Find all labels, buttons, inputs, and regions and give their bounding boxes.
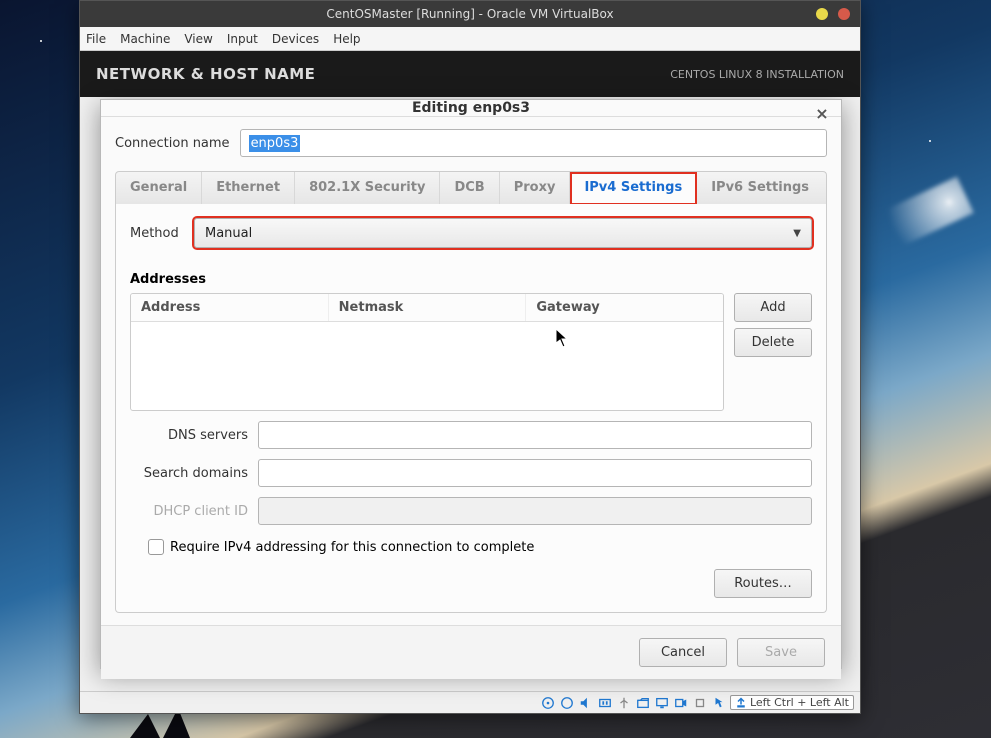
search-domains-input[interactable] bbox=[258, 459, 812, 487]
vb-statusbar: Left Ctrl + Left Alt bbox=[80, 691, 860, 713]
cancel-button[interactable]: Cancel bbox=[639, 638, 727, 667]
vb-title-text: CentOSMaster [Running] - Oracle VM Virtu… bbox=[326, 7, 613, 21]
mouse-integration-icon[interactable] bbox=[711, 695, 727, 711]
host-key-indicator[interactable]: Left Ctrl + Left Alt bbox=[730, 695, 854, 710]
add-address-button[interactable]: Add bbox=[734, 293, 812, 322]
connection-name-value: enp0s3 bbox=[249, 135, 301, 152]
comet-decoration bbox=[848, 177, 974, 264]
tab-ethernet[interactable]: Ethernet bbox=[202, 172, 295, 204]
recording-icon[interactable] bbox=[673, 695, 689, 711]
hdd-icon[interactable] bbox=[540, 695, 556, 711]
display-icon[interactable] bbox=[654, 695, 670, 711]
method-select[interactable]: Manual ▼ bbox=[194, 218, 812, 248]
dhcp-client-id-input bbox=[258, 497, 812, 525]
save-button[interactable]: Save bbox=[737, 638, 825, 667]
col-netmask[interactable]: Netmask bbox=[329, 294, 527, 321]
connection-name-input[interactable]: enp0s3 bbox=[240, 129, 827, 157]
virtualbox-window: CentOSMaster [Running] - Oracle VM Virtu… bbox=[79, 0, 861, 714]
tab-ipv6-settings[interactable]: IPv6 Settings bbox=[697, 172, 823, 204]
menu-file[interactable]: File bbox=[86, 32, 106, 46]
tab-proxy[interactable]: Proxy bbox=[500, 172, 571, 204]
host-key-text: Left Ctrl + Left Alt bbox=[750, 696, 849, 709]
cpu-icon[interactable] bbox=[692, 695, 708, 711]
require-ipv4-checkbox[interactable] bbox=[148, 539, 164, 555]
connection-name-label: Connection name bbox=[115, 136, 230, 151]
usb-icon[interactable] bbox=[616, 695, 632, 711]
nm-connection-editor-dialog: Editing enp0s3 × Connection name enp0s3 … bbox=[100, 99, 842, 669]
minimize-button[interactable] bbox=[816, 8, 828, 20]
dialog-footer: Cancel Save bbox=[101, 625, 841, 679]
dns-servers-input[interactable] bbox=[258, 421, 812, 449]
addresses-table[interactable]: Address Netmask Gateway bbox=[130, 293, 724, 411]
dialog-title-text: Editing enp0s3 bbox=[412, 100, 530, 116]
col-gateway[interactable]: Gateway bbox=[526, 294, 723, 321]
anaconda-brand: CENTOS LINUX 8 INSTALLATION bbox=[670, 68, 844, 81]
anaconda-page-title: NETWORK & HOST NAME bbox=[96, 65, 315, 83]
method-value: Manual bbox=[205, 226, 252, 241]
close-window-button[interactable] bbox=[838, 8, 850, 20]
vb-menubar: File Machine View Input Devices Help bbox=[80, 27, 860, 51]
dhcp-client-id-label: DHCP client ID bbox=[130, 504, 248, 519]
dialog-close-button[interactable]: × bbox=[813, 106, 831, 124]
tab-8021x[interactable]: 802.1X Security bbox=[295, 172, 440, 204]
search-domains-label: Search domains bbox=[130, 466, 248, 481]
shared-folders-icon[interactable] bbox=[635, 695, 651, 711]
vb-titlebar[interactable]: CentOSMaster [Running] - Oracle VM Virtu… bbox=[80, 1, 860, 27]
ipv4-tab-panel: Method Manual ▼ Addresses Address Netmas… bbox=[115, 204, 827, 613]
anaconda-header: NETWORK & HOST NAME CENTOS LINUX 8 INSTA… bbox=[80, 51, 860, 97]
tab-ipv4-settings[interactable]: IPv4 Settings bbox=[570, 172, 697, 205]
addresses-label: Addresses bbox=[130, 272, 812, 287]
tab-general[interactable]: General bbox=[116, 172, 202, 204]
guest-screen: NETWORK & HOST NAME CENTOS LINUX 8 INSTA… bbox=[80, 51, 860, 691]
dns-label: DNS servers bbox=[130, 428, 248, 443]
menu-help[interactable]: Help bbox=[333, 32, 360, 46]
tab-dcb[interactable]: DCB bbox=[440, 172, 499, 204]
network-icon[interactable] bbox=[597, 695, 613, 711]
dialog-titlebar[interactable]: Editing enp0s3 × bbox=[101, 100, 841, 117]
settings-tabs: General Ethernet 802.1X Security DCB Pro… bbox=[115, 171, 827, 204]
menu-view[interactable]: View bbox=[184, 32, 212, 46]
menu-input[interactable]: Input bbox=[227, 32, 258, 46]
audio-icon[interactable] bbox=[578, 695, 594, 711]
require-ipv4-label: Require IPv4 addressing for this connect… bbox=[170, 540, 534, 555]
addresses-header: Address Netmask Gateway bbox=[131, 294, 723, 322]
method-label: Method bbox=[130, 226, 184, 241]
chevron-down-icon: ▼ bbox=[793, 228, 801, 239]
menu-devices[interactable]: Devices bbox=[272, 32, 319, 46]
routes-button[interactable]: Routes… bbox=[714, 569, 812, 598]
menu-machine[interactable]: Machine bbox=[120, 32, 170, 46]
optical-icon[interactable] bbox=[559, 695, 575, 711]
col-address[interactable]: Address bbox=[131, 294, 329, 321]
delete-address-button[interactable]: Delete bbox=[734, 328, 812, 357]
